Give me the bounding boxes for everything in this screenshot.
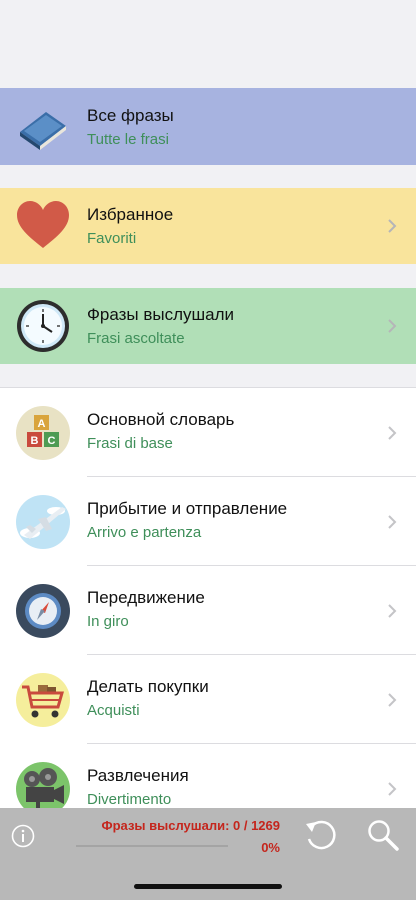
list-item-title: Делать покупки xyxy=(87,677,209,696)
chevron-right-icon xyxy=(388,319,397,333)
list-item-subtitle: Arrivo e partenza xyxy=(87,524,202,541)
heard-count-label: Фразы выслушали: 0 / 1269 xyxy=(101,818,280,833)
list-item-title: Прибытие и отправление xyxy=(87,499,288,518)
list-item-title: Развлечения xyxy=(87,766,189,785)
list-item-shopping[interactable]: Делать покупки Acquisti xyxy=(0,655,416,744)
abc-blocks-icon: A B C xyxy=(16,405,70,460)
search-icon[interactable] xyxy=(366,818,400,852)
compass-icon xyxy=(16,583,70,638)
list-item-subtitle: Divertimento xyxy=(87,791,172,808)
favorites-row[interactable]: Избранное Favoriti xyxy=(0,188,416,264)
heart-icon xyxy=(17,201,69,248)
list-item-title: Основной словарь xyxy=(87,410,235,429)
svg-text:C: C xyxy=(48,435,56,447)
airplane-icon xyxy=(16,494,70,549)
info-icon[interactable] xyxy=(11,824,35,848)
refresh-icon[interactable] xyxy=(300,814,342,856)
heard-phrases-title: Фразы выслушали xyxy=(87,305,235,324)
shopping-cart-icon xyxy=(16,672,70,727)
chevron-right-icon xyxy=(388,692,397,707)
favorites-subtitle: Favoriti xyxy=(87,230,137,247)
chevron-right-icon xyxy=(388,219,397,233)
list-item-subtitle: Acquisti xyxy=(87,702,140,719)
all-phrases-subtitle: Tutte le frasi xyxy=(87,131,169,148)
all-phrases-title: Все фразы xyxy=(87,106,174,125)
list-item-subtitle: In giro xyxy=(87,613,129,630)
svg-text:A: A xyxy=(38,418,46,430)
list-item-title: Передвижение xyxy=(87,588,205,607)
all-phrases-row[interactable]: Все фразы Tutte le frasi xyxy=(0,88,416,165)
home-indicator xyxy=(134,884,282,889)
favorites-title: Избранное xyxy=(87,205,174,224)
list-item-getting-around[interactable]: Передвижение In giro xyxy=(0,566,416,655)
list-item-basic-vocabulary[interactable]: A B C Основной словарь Frasi di base xyxy=(0,388,416,477)
heard-phrases-subtitle: Frasi ascoltate xyxy=(87,330,185,347)
list-item-subtitle: Frasi di base xyxy=(87,435,173,452)
svg-text:B: B xyxy=(31,435,39,447)
chevron-right-icon xyxy=(388,514,397,529)
chevron-right-icon xyxy=(388,603,397,618)
heard-percent-label: 0% xyxy=(261,840,280,855)
book-icon xyxy=(20,111,66,150)
chevron-right-icon xyxy=(388,425,397,440)
chevron-right-icon xyxy=(388,781,397,796)
list-item-arrival-departure[interactable]: Прибытие и отправление Arrivo e partenza xyxy=(0,477,416,566)
heard-phrases-row[interactable]: Фразы выслушали Frasi ascoltate xyxy=(0,288,416,364)
clock-icon xyxy=(17,300,69,352)
